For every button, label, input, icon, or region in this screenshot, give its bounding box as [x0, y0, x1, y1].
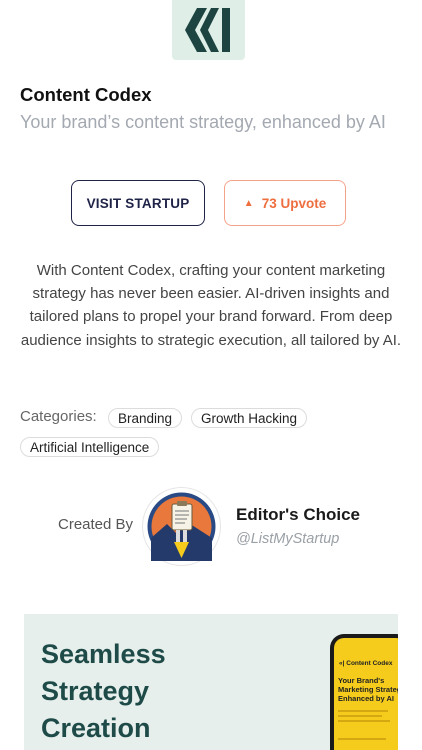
phone-text-line: [338, 715, 382, 717]
phone-text-line: [338, 720, 390, 722]
categories-label: Categories:: [20, 408, 97, 425]
banner-headline-line: Strategy: [41, 676, 150, 706]
upvote-label: 73 Upvote: [261, 195, 327, 211]
creator-handle[interactable]: @ListMyStartup: [236, 531, 339, 547]
content-codex-logo-icon: [185, 8, 230, 52]
phone-headline-line: Enhanced by AI: [338, 694, 394, 703]
visit-startup-label: VISIT STARTUP: [86, 195, 190, 211]
triangle-up-icon: ▲: [243, 197, 254, 209]
phone-brand: «| Content Codex: [339, 660, 392, 667]
upvote-button[interactable]: ▲ 73 Upvote: [224, 180, 346, 226]
app-logo: [172, 0, 245, 60]
banner-headline-line: Creation: [41, 713, 151, 743]
rocket-clipboard-avatar-icon: [147, 492, 216, 561]
phone-screen: «| Content Codex Your Brand's Marketing …: [334, 638, 398, 750]
created-by-label: Created By: [58, 516, 134, 533]
phone-headline-line: Marketing Strategy,: [338, 685, 398, 694]
creator-name[interactable]: Editor's Choice: [236, 505, 360, 525]
mini-logo-icon: «|: [339, 660, 345, 667]
category-tag[interactable]: Artificial Intelligence: [20, 437, 160, 457]
phone-headline: Your Brand's Marketing Strategy, Enhance…: [338, 676, 398, 703]
banner-headline-line: Seamless: [41, 639, 166, 669]
phone-mockup: «| Content Codex Your Brand's Marketing …: [330, 634, 398, 750]
creator-avatar[interactable]: [143, 488, 220, 565]
app-title: Content Codex: [20, 84, 152, 105]
phone-text-line: [338, 738, 386, 740]
phone-headline-line: Your Brand's: [338, 676, 385, 685]
category-tag[interactable]: Branding: [108, 408, 183, 428]
product-screenshot-banner[interactable]: Seamless Strategy Creation «| Content Co…: [24, 614, 398, 750]
phone-text-line: [338, 710, 388, 712]
app-tagline: Your brand’s content strategy, enhanced …: [20, 112, 386, 132]
banner-headline: Seamless Strategy Creation: [41, 636, 166, 747]
phone-brand-text: Content Codex: [346, 660, 393, 667]
visit-startup-button[interactable]: VISIT STARTUP: [71, 180, 205, 226]
category-tag[interactable]: Growth Hacking: [191, 408, 308, 428]
startup-description: With Content Codex, crafting your conten…: [20, 262, 402, 349]
